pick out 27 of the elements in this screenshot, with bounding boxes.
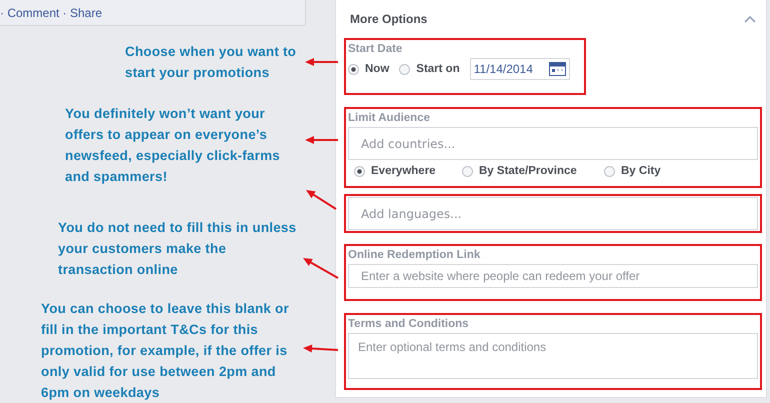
annotation-note: You do not need to fill this in unless your customers make the transaction online [58,219,298,279]
radio-option[interactable]: Now [348,63,390,75]
post-actions[interactable]: · Comment · Share [0,6,102,20]
annotation-arrow [303,344,338,352]
annotation-arrow [305,136,338,144]
field-label: Online Redemption Link [348,248,482,263]
panel-title: More Options [350,12,428,26]
date-field[interactable]: 11/14/2014 [470,58,570,80]
field-label: Start Date [348,42,404,57]
redemption-link-field[interactable]: Enter a website where people can redeem your offer [348,264,758,288]
annotation-arrow [306,190,337,210]
radio-option[interactable]: Everywhere [354,165,462,177]
languages-field[interactable]: Add languages... [348,197,758,230]
field-label: Terms and Conditions [348,317,470,332]
countries-field[interactable]: Add countries... [348,127,758,160]
date-value: 11/14/2014 [474,62,533,76]
annotation-arrow [305,58,338,66]
terms-field[interactable]: Enter optional terms and conditions [348,333,758,379]
field-label: Limit Audience [348,111,431,126]
annotation-note: You definitely won’t want your offers to appear on everyone’s newsfeed, especially click-farms and spammers! [65,105,282,186]
radio-option[interactable]: Start on [399,63,460,75]
radio-option[interactable]: By City [604,165,661,177]
radio-option[interactable]: By State/Province [462,165,604,177]
annotation-note: Choose when you want to start your promotions [125,43,298,82]
annotation-note: You can choose to leave this blank or fill in the important T&Cs for this promotion, for example, if the offer is only valid for use between 2pm and 6pm on weekdays [41,300,290,402]
calendar-icon[interactable] [548,62,566,76]
annotation-arrow [303,258,338,279]
